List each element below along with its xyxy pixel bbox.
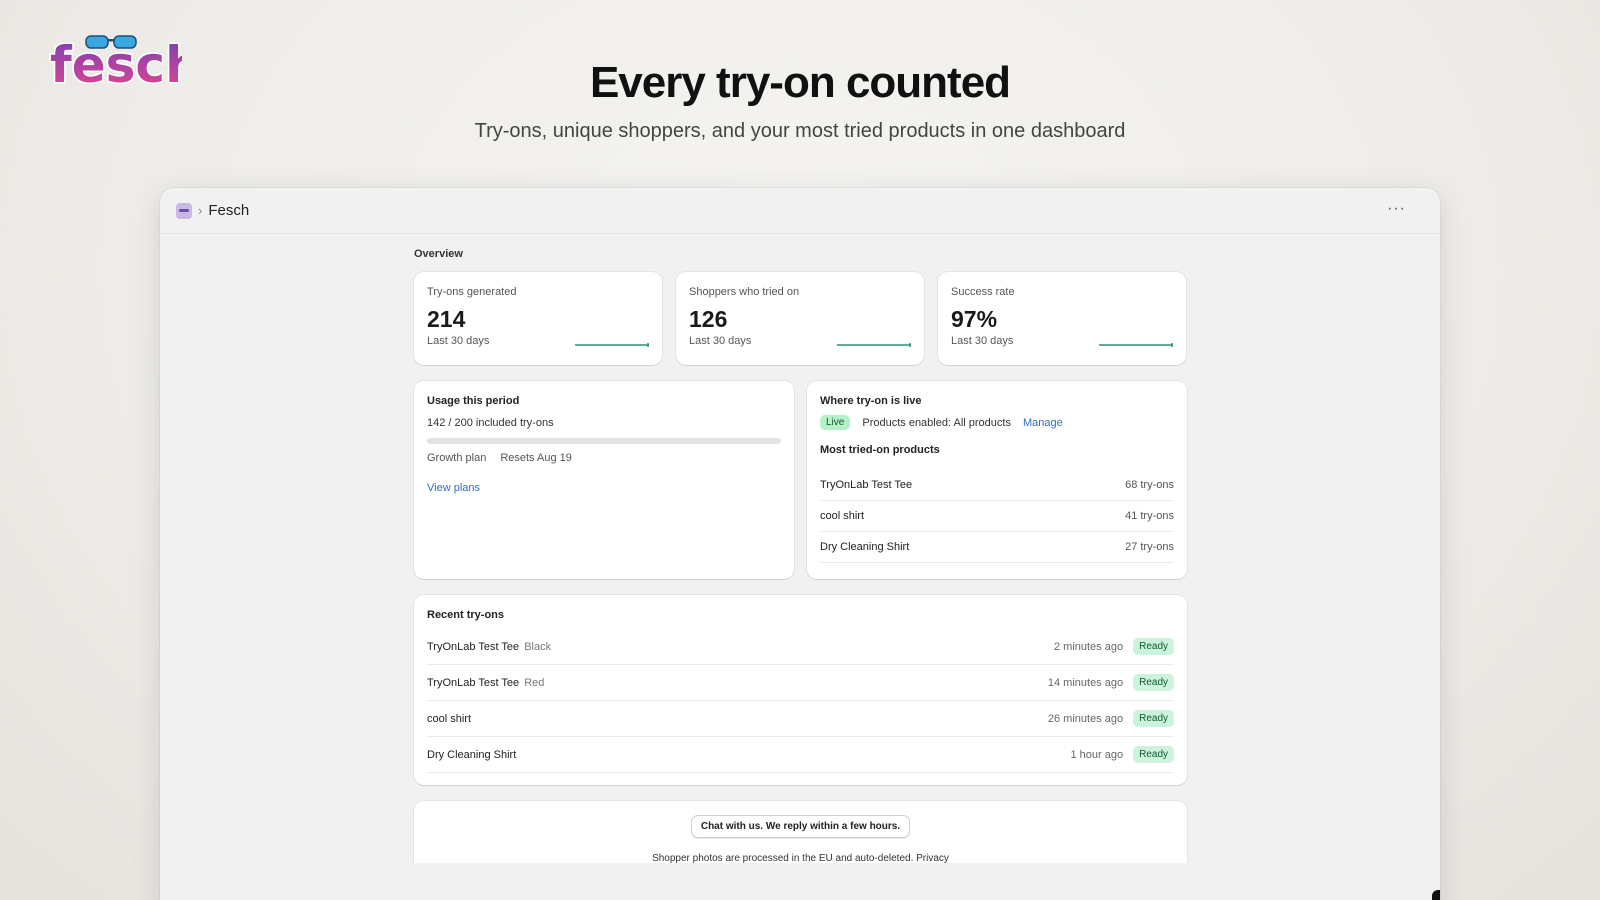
- most-tried-list: TryOnLab Test Tee 68 try-ons cool shirt …: [820, 470, 1174, 563]
- app-icon[interactable]: [176, 202, 192, 219]
- app-name[interactable]: Fesch: [208, 202, 249, 219]
- chat-widget-edge[interactable]: [1432, 890, 1440, 900]
- dashboard-content: Overview Try-ons generated 214 Last 30 d…: [414, 248, 1187, 881]
- product-name: Dry Cleaning Shirt: [820, 541, 910, 553]
- manage-link[interactable]: Manage: [1023, 417, 1063, 429]
- usage-progress-fill: [427, 438, 679, 444]
- plan-name: Growth plan: [427, 452, 487, 464]
- list-item[interactable]: cool shirt 41 try-ons: [820, 501, 1174, 532]
- live-status-card: Where try-on is live Live Products enabl…: [807, 381, 1187, 579]
- recent-tryons-card: Recent try-ons TryOnLab Test Tee Black 2…: [414, 595, 1187, 785]
- usage-card: Usage this period 142 / 200 included try…: [414, 381, 794, 579]
- metric-value: 214: [427, 306, 466, 332]
- sparkline-icon: [575, 343, 649, 347]
- list-item[interactable]: TryOnLab Test Tee Red 14 minutes ago Rea…: [427, 665, 1174, 701]
- app-window: › Fesch ··· Overview Try-ons generated 2…: [160, 188, 1440, 900]
- plan-reset-date: Resets Aug 19: [500, 452, 572, 464]
- usage-title: Usage this period: [427, 395, 520, 407]
- hero-title: Every try-on counted: [589, 58, 1011, 107]
- live-badge: Live: [820, 415, 851, 430]
- list-item[interactable]: Dry Cleaning Shirt 27 try-ons: [820, 532, 1174, 563]
- hero-subtitle: Try-ons, unique shoppers, and your most …: [474, 120, 1126, 142]
- status-badge: Ready: [1133, 674, 1174, 691]
- status-badge: Ready: [1133, 746, 1174, 763]
- plan-info: Growth plan Resets Aug 19: [427, 452, 781, 464]
- metric-label: Shoppers who tried on: [689, 286, 800, 298]
- window-titlebar: › Fesch ···: [160, 188, 1440, 234]
- metric-value: 97%: [951, 306, 998, 332]
- status-badge: Ready: [1133, 638, 1174, 655]
- recent-title: Recent try-ons: [427, 609, 505, 621]
- product-name: cool shirt: [820, 510, 865, 522]
- recent-time: 14 minutes ago: [1047, 676, 1124, 689]
- live-status-row: Live Products enabled: All products Mana…: [820, 415, 1174, 430]
- recent-product-name: Dry Cleaning Shirt: [427, 748, 517, 761]
- recent-variant: Black: [524, 640, 552, 653]
- metric-card-shoppers: Shoppers who tried on 126 Last 30 days: [676, 272, 924, 365]
- usage-progress-bar: [427, 438, 781, 444]
- list-item[interactable]: cool shirt 26 minutes ago Ready: [427, 701, 1174, 737]
- product-count: 41 try-ons: [1125, 510, 1174, 522]
- list-item[interactable]: Dry Cleaning Shirt 1 hour ago Ready: [427, 737, 1174, 773]
- recent-time: 2 minutes ago: [1053, 640, 1124, 653]
- usage-count: 142 / 200 included try-ons: [427, 417, 554, 429]
- most-tried-title: Most tried-on products: [820, 444, 940, 456]
- product-name: TryOnLab Test Tee: [820, 479, 913, 491]
- recent-product-name: TryOnLab Test Tee: [427, 640, 520, 653]
- product-count: 27 try-ons: [1125, 541, 1174, 553]
- products-enabled-text: Products enabled: All products: [862, 416, 1011, 429]
- product-count: 68 try-ons: [1125, 479, 1174, 491]
- list-item[interactable]: TryOnLab Test Tee Black 2 minutes ago Re…: [427, 629, 1174, 665]
- chat-button[interactable]: Chat with us. We reply within a few hour…: [690, 815, 911, 838]
- metric-label: Success rate: [951, 286, 1015, 298]
- metric-label: Try-ons generated: [427, 286, 517, 298]
- recent-time: 26 minutes ago: [1047, 712, 1124, 725]
- recent-time: 1 hour ago: [1070, 748, 1124, 761]
- view-plans-link[interactable]: View plans: [427, 482, 480, 494]
- breadcrumb-separator-icon: ›: [198, 203, 203, 218]
- recent-list: TryOnLab Test Tee Black 2 minutes ago Re…: [427, 629, 1174, 773]
- more-actions-icon[interactable]: ···: [1387, 200, 1406, 218]
- list-item[interactable]: TryOnLab Test Tee 68 try-ons: [820, 470, 1174, 501]
- recent-product-name: TryOnLab Test Tee: [427, 676, 520, 689]
- overview-heading: Overview: [414, 248, 463, 260]
- viewport-clip: [160, 863, 1440, 900]
- recent-variant: Red: [524, 676, 545, 689]
- sparkline-icon: [1099, 343, 1173, 347]
- status-badge: Ready: [1133, 710, 1174, 727]
- metric-card-success-rate: Success rate 97% Last 30 days: [938, 272, 1186, 365]
- metric-card-tryons: Try-ons generated 214 Last 30 days: [414, 272, 662, 365]
- metric-value: 126: [689, 306, 728, 332]
- details-row: Usage this period 142 / 200 included try…: [414, 381, 1187, 579]
- live-title: Where try-on is live: [820, 395, 922, 407]
- metrics-row: Try-ons generated 214 Last 30 days Shopp…: [414, 272, 1187, 365]
- recent-product-name: cool shirt: [427, 712, 472, 725]
- sparkline-icon: [837, 343, 911, 347]
